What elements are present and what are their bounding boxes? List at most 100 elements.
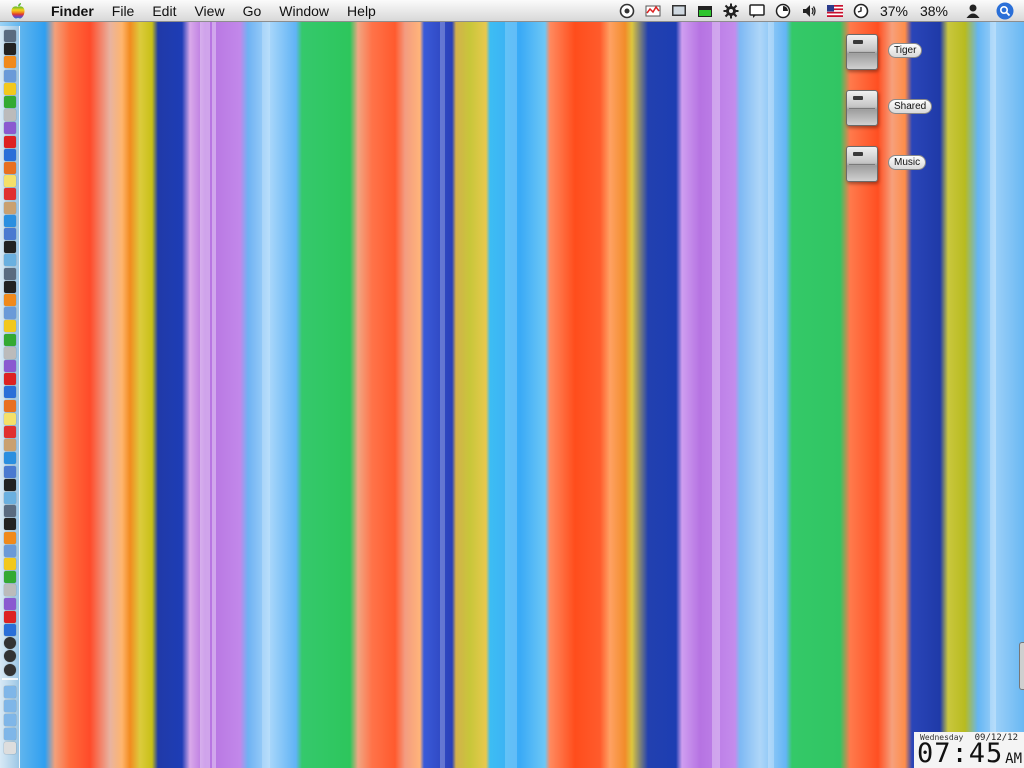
itunes-icon[interactable] [4, 122, 16, 135]
fast-forward-icon[interactable] [4, 663, 16, 676]
clock-icon[interactable] [852, 2, 870, 20]
itunes-icon[interactable] [4, 43, 16, 56]
opera-icon[interactable] [4, 135, 16, 148]
app-icon[interactable] [4, 584, 16, 597]
folder-icon[interactable] [4, 700, 16, 712]
app-icon[interactable] [4, 386, 16, 399]
volume-icon[interactable] [800, 2, 818, 20]
preview-icon[interactable] [4, 254, 16, 267]
document-icon[interactable] [4, 728, 16, 740]
menu-edit[interactable]: Edit [143, 0, 185, 22]
drive-label[interactable]: Tiger [888, 43, 923, 58]
wallpaper-streak [712, 0, 720, 768]
timer-icon[interactable] [774, 2, 792, 20]
app-icon[interactable] [4, 558, 16, 570]
hard-drive-icon[interactable] [846, 34, 878, 70]
app-icon[interactable] [4, 505, 16, 518]
clock-widget: Wednesday 09/12/12 07:45 AM [914, 732, 1024, 768]
wallpaper-streak [212, 0, 216, 768]
safari-icon[interactable] [4, 214, 16, 227]
hard-drive-icon[interactable] [846, 146, 878, 182]
dreamweaver-icon[interactable] [4, 360, 16, 372]
wallpaper-streak [200, 0, 210, 768]
activity-monitor-icon[interactable] [696, 2, 714, 20]
sketch-icon[interactable] [4, 280, 16, 293]
app-icon[interactable] [4, 624, 16, 636]
app-icon[interactable] [4, 518, 16, 531]
wallpaper-streak [505, 0, 517, 768]
play-icon[interactable] [4, 650, 16, 663]
menu-window[interactable]: Window [270, 0, 338, 22]
app-icon[interactable] [4, 531, 16, 544]
app-icon[interactable] [4, 439, 16, 452]
folder-icon[interactable] [4, 686, 16, 698]
dock-divider [2, 678, 18, 680]
app-icon[interactable] [4, 544, 16, 557]
chat-icon[interactable] [748, 2, 766, 20]
menu-file[interactable]: File [103, 0, 144, 22]
app-icon[interactable] [4, 412, 16, 425]
app-icon[interactable] [4, 426, 16, 438]
app-icon[interactable] [4, 571, 16, 584]
app-icon[interactable] [4, 465, 16, 478]
network-graph-icon[interactable] [644, 2, 662, 20]
app-icon[interactable] [4, 610, 16, 623]
trash-icon[interactable] [4, 742, 16, 754]
sync-icon[interactable] [618, 2, 636, 20]
folder-icon[interactable] [4, 714, 16, 726]
utility-icon[interactable] [4, 267, 16, 280]
gear-icon[interactable] [722, 2, 740, 20]
iweb-icon[interactable] [4, 307, 16, 320]
textedit-icon[interactable] [4, 333, 16, 346]
finder-icon[interactable] [4, 30, 16, 42]
wallpaper-streak [768, 0, 774, 768]
wallpaper-streak [262, 0, 270, 768]
app-icon[interactable] [4, 399, 16, 412]
menu-view[interactable]: View [185, 0, 233, 22]
menu-help[interactable]: Help [338, 0, 385, 22]
ipod-icon[interactable] [4, 109, 16, 122]
photoshop-icon[interactable] [4, 346, 16, 359]
drive-music[interactable]: Music [846, 146, 946, 186]
menu-extras: 37% 38% [614, 0, 1024, 22]
globe-icon[interactable] [4, 148, 16, 161]
display-icon[interactable] [670, 2, 688, 20]
spotify-icon[interactable] [4, 96, 16, 108]
rewind-icon[interactable] [4, 637, 16, 650]
game-icon[interactable] [4, 320, 16, 333]
address-book-icon[interactable] [4, 201, 16, 214]
user-icon[interactable] [964, 2, 982, 20]
clock-ampm: AM [1005, 751, 1022, 767]
side-drawer-handle[interactable] [1019, 642, 1024, 690]
menu-app-finder[interactable]: Finder [43, 0, 103, 22]
hard-drive-icon[interactable] [846, 90, 878, 126]
app-icon[interactable] [4, 452, 16, 465]
dock [0, 26, 20, 768]
apple-menu-icon[interactable] [9, 2, 27, 20]
spotlight-search-icon[interactable] [996, 2, 1014, 20]
terminal-icon[interactable] [4, 241, 16, 254]
notes-icon[interactable] [4, 175, 16, 188]
clock-time: 07:45 [917, 738, 1004, 768]
wallpaper-streak [990, 0, 996, 768]
mail-icon[interactable] [4, 69, 16, 82]
vlc-icon[interactable] [4, 56, 16, 69]
us-flag-icon[interactable] [826, 2, 844, 20]
battery-percent-1[interactable]: 37% [874, 0, 914, 22]
calendar-icon[interactable] [4, 188, 16, 201]
garageband-icon[interactable] [4, 294, 16, 306]
app-icon[interactable] [4, 597, 16, 610]
app-icon[interactable] [4, 478, 16, 491]
app-icon[interactable] [4, 82, 16, 95]
iphoto-icon[interactable] [4, 228, 16, 240]
drive-tiger[interactable]: Tiger [846, 34, 946, 74]
battery-percent-2[interactable]: 38% [914, 0, 954, 22]
drive-label[interactable]: Music [888, 155, 927, 170]
drive-label[interactable]: Shared [888, 99, 933, 114]
app-icon[interactable] [4, 492, 16, 504]
drive-shared[interactable]: Shared [846, 90, 946, 130]
wallpaper-streak [440, 0, 445, 768]
menu-go[interactable]: Go [234, 0, 271, 22]
illustrator-icon[interactable] [4, 373, 16, 386]
firefox-icon[interactable] [4, 162, 16, 174]
